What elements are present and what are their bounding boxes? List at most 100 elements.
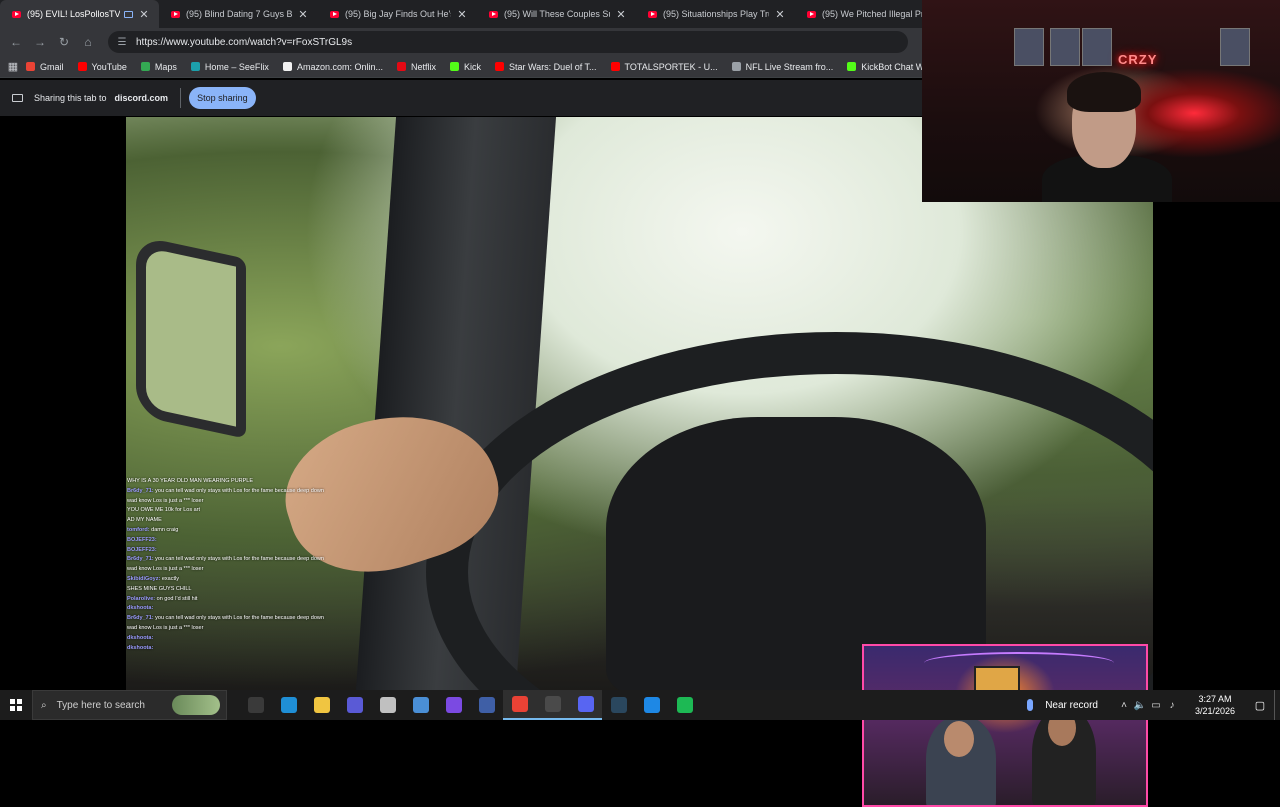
steam-icon-glyph <box>610 697 627 713</box>
app2-icon[interactable] <box>404 690 437 720</box>
calculator-icon[interactable] <box>338 690 371 720</box>
tab-3[interactable]: (95) Big Jay Finds Out He's a Ch ✕ <box>318 0 477 28</box>
bookmark-item[interactable]: Home – SeeFlix <box>190 61 269 72</box>
file-explorer-icon[interactable] <box>305 690 338 720</box>
forward-arrow-icon[interactable]: → <box>28 30 52 54</box>
close-tab-icon[interactable]: ✕ <box>614 8 628 21</box>
chat-message: SkibidiGoyz: exactly <box>127 575 327 585</box>
clock[interactable]: 3:27 AM 3/21/2026 <box>1180 693 1250 717</box>
tab-title: (95) Situationships Play Truth or <box>663 9 769 19</box>
bookmark-item[interactable]: Maps <box>140 61 177 72</box>
chat-text: YOU OWE ME 10k for Los art <box>127 507 201 514</box>
youtube-favicon-icon <box>807 10 816 18</box>
firefox-icon-glyph <box>445 697 462 713</box>
chat-text: you can tell wad only stays with Los for… <box>127 487 324 504</box>
bookmark-item[interactable]: Kick <box>450 62 481 72</box>
close-tab-icon[interactable]: ✕ <box>455 8 469 21</box>
bookmark-label: YouTube <box>91 61 127 72</box>
youtube-favicon-icon <box>489 10 498 18</box>
poster <box>1082 28 1112 66</box>
speaker-icon[interactable]: ♪ <box>1164 700 1180 711</box>
taskbar-search[interactable]: ⌕ Type here to search <box>32 690 227 720</box>
chevron-up-icon[interactable]: ˄ <box>1116 700 1132 711</box>
chat-message: dkshoota: <box>127 644 327 654</box>
calculator-icon-glyph <box>346 697 363 713</box>
show-desktop-button[interactable] <box>1274 690 1280 720</box>
mic-icon <box>1027 699 1034 711</box>
search-placeholder: Type here to search <box>56 699 145 711</box>
bookmark-label: Netflix <box>410 61 436 72</box>
close-tab-icon[interactable]: ✕ <box>137 8 151 21</box>
chat-message: dkshoota: <box>127 604 327 614</box>
reload-icon[interactable]: ↻ <box>52 30 76 54</box>
app3-icon[interactable] <box>470 690 503 720</box>
home-icon[interactable]: ⌂ <box>76 30 100 54</box>
notification-icon[interactable]: ▢ <box>1250 699 1270 712</box>
chat-username: tomford: <box>127 526 150 533</box>
app2-icon-glyph <box>412 697 429 713</box>
bookmark-label: Maps <box>154 61 177 72</box>
tab-4[interactable]: (95) Will These Couples Survive ✕ <box>477 0 636 28</box>
chat-username: Br6dy_71: <box>127 615 154 622</box>
edge-icon[interactable] <box>272 690 305 720</box>
page-content: WHY IS A 30 YEAR OLD MAN WEARING PURPLE B… <box>0 117 1280 807</box>
bookmark-item[interactable]: Amazon.com: Onlin... <box>282 62 383 72</box>
close-tab-icon[interactable]: ✕ <box>773 8 787 21</box>
address-bar[interactable]: ☰ https://www.youtube.com/watch?v=rFoxST… <box>108 31 908 53</box>
bookmark-item[interactable]: NFL Live Stream fro... <box>731 61 834 72</box>
bookmark-item[interactable]: YouTube <box>77 61 127 72</box>
bookmark-favicon-icon <box>610 62 620 71</box>
apps-grid-icon[interactable]: ▦ <box>0 60 26 73</box>
chat-text: exactly <box>161 575 179 582</box>
app4-icon[interactable] <box>635 690 668 720</box>
tab-2[interactable]: (95) Blind Dating 7 Guys Before ✕ <box>159 0 318 28</box>
spotify-icon-glyph <box>676 697 693 713</box>
tab-title: (95) EVIL! LosPollosTV And <box>27 9 120 19</box>
bookmark-item[interactable]: Netflix <box>396 61 436 72</box>
chat-message: Br6dy_71: you can tell wad only stays wi… <box>127 487 327 507</box>
bookmark-item[interactable]: Star Wars: Duel of T... <box>495 62 597 72</box>
podcast-webcam-overlay <box>862 644 1148 807</box>
chat-message: Br6dy_71: you can tell wad only stays wi… <box>127 555 327 575</box>
edge-icon-glyph <box>280 697 297 713</box>
network-icon[interactable]: ▭ <box>1148 700 1164 711</box>
bookmark-item[interactable]: Gmail <box>26 62 64 72</box>
chat-message: AD MY NAME <box>127 516 327 526</box>
start-button[interactable] <box>0 690 32 720</box>
task-view-icon[interactable] <box>239 690 272 720</box>
video-player[interactable]: WHY IS A 30 YEAR OLD MAN WEARING PURPLE B… <box>126 117 1153 690</box>
tab-1[interactable]: (95) EVIL! LosPollosTV And ✕ <box>0 0 159 28</box>
bookmark-label: Gmail <box>40 61 64 72</box>
firefox-icon[interactable] <box>437 690 470 720</box>
sharing-site-link[interactable]: discord.com <box>115 93 169 103</box>
close-tab-icon[interactable]: ✕ <box>296 8 310 21</box>
chat-username: Polarolive: <box>127 595 156 602</box>
spotify-icon[interactable] <box>668 690 701 720</box>
chat-username: dkshoota: <box>127 644 154 651</box>
back-arrow-icon[interactable]: ← <box>4 30 28 54</box>
bookmark-item[interactable]: TOTALSPORTEK - U... <box>610 62 718 72</box>
discord-icon[interactable] <box>569 690 602 720</box>
bookmark-label: NFL Live Stream fro... <box>745 61 834 72</box>
person-left-head <box>944 721 974 757</box>
url-text[interactable]: https://www.youtube.com/watch?v=rFoxSTrG… <box>136 37 352 48</box>
obs-icon[interactable] <box>536 690 569 720</box>
weather-widget[interactable]: Near record <box>1027 699 1098 711</box>
windows-logo-icon <box>10 699 22 711</box>
stop-sharing-button[interactable]: Stop sharing <box>189 87 256 109</box>
bookmark-label: Home – SeeFlix <box>204 61 269 72</box>
poster <box>1050 28 1080 66</box>
chat-overlay: WHY IS A 30 YEAR OLD MAN WEARING PURPLE B… <box>127 477 327 653</box>
cast-icon <box>124 10 133 18</box>
divider <box>180 88 182 108</box>
side-mirror <box>136 235 246 439</box>
chat-username: BOJEFF23: <box>127 546 157 553</box>
chat-username: Br6dy_71: <box>127 487 154 494</box>
app-icon[interactable] <box>371 690 404 720</box>
chrome-icon[interactable] <box>503 690 536 720</box>
volume-icon[interactable]: 🔈 <box>1132 700 1148 711</box>
site-info-icon[interactable]: ☰ <box>114 37 130 48</box>
tab-title: (95) Blind Dating 7 Guys Before <box>186 9 292 19</box>
steam-icon[interactable] <box>602 690 635 720</box>
tab-5[interactable]: (95) Situationships Play Truth or ✕ <box>636 0 795 28</box>
